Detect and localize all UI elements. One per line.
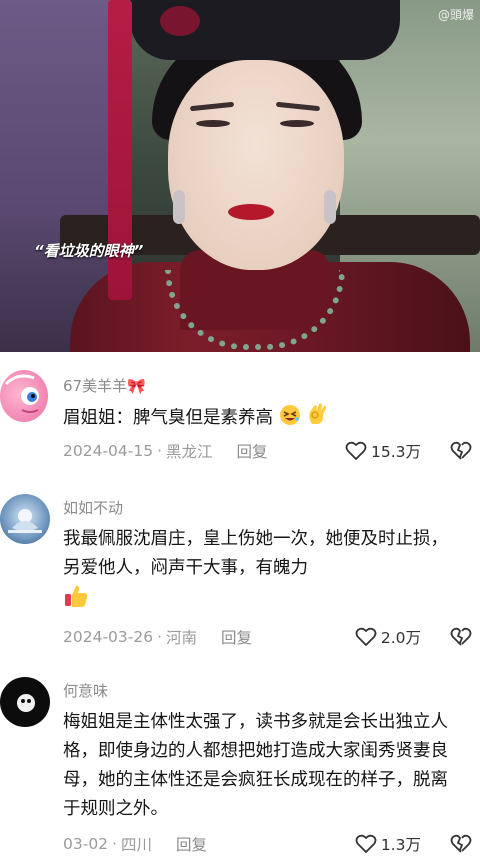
face bbox=[168, 60, 344, 270]
earring-right bbox=[324, 190, 336, 224]
comment-text: 眉姐姐：脾气臭但是素养高 bbox=[63, 402, 463, 436]
heart-icon bbox=[355, 834, 377, 853]
reply-button[interactable]: 回复 bbox=[237, 440, 268, 462]
video-caption: “看垃圾的眼神” bbox=[34, 242, 144, 260]
eye-right bbox=[280, 120, 314, 127]
dislike-button[interactable] bbox=[449, 627, 473, 647]
comment-meta: 2024-04-15 · 黑龙江 回复 15.3万 bbox=[63, 439, 473, 463]
like-count: 2.0万 bbox=[380, 629, 421, 647]
broken-heart-icon bbox=[450, 627, 472, 646]
comment-text-content: 眉姐姐：脾气臭但是素养高 bbox=[63, 408, 273, 428]
comment-date: 2024-04-15 bbox=[63, 442, 154, 460]
dislike-button[interactable] bbox=[449, 834, 473, 854]
comment-location: 河南 bbox=[166, 629, 198, 647]
lips bbox=[228, 204, 274, 220]
reply-button[interactable]: 回复 bbox=[221, 626, 252, 648]
like-button[interactable]: 15.3万 bbox=[345, 440, 421, 462]
comment-item: 如如不动 我最佩服沈眉庄，皇上伤她一次，她便及时止损，另爱他人，闷声干大事，有魄… bbox=[0, 492, 480, 662]
avatar[interactable] bbox=[0, 370, 48, 422]
broken-heart-icon bbox=[450, 834, 472, 853]
comment-date: 03-02 bbox=[63, 835, 109, 853]
like-button[interactable]: 2.0万 bbox=[355, 626, 421, 648]
reply-button[interactable]: 回复 bbox=[176, 833, 207, 855]
comment-username[interactable]: 如如不动 bbox=[63, 497, 123, 518]
comment-username[interactable]: 何意味 bbox=[63, 680, 108, 701]
headdress-ornament bbox=[160, 6, 200, 36]
like-button[interactable]: 1.3万 bbox=[355, 833, 421, 855]
earring-left bbox=[173, 190, 185, 224]
like-count: 1.3万 bbox=[380, 836, 421, 854]
laughing-wink-emoji bbox=[279, 404, 301, 436]
video-frame[interactable]: “看垃圾的眼神” @頭爆 bbox=[0, 0, 480, 352]
comment-text: 梅姐姐是主体性太强了，读书多就是会长出独立人格，即使身边的人都想把她打造成大家闺… bbox=[63, 712, 448, 819]
comment-meta: 2024-03-26 · 河南 回复 2.0万 bbox=[63, 625, 473, 649]
ok-hand-emoji bbox=[306, 402, 328, 436]
avatar[interactable] bbox=[0, 494, 50, 544]
heart-icon bbox=[345, 441, 367, 460]
broken-heart-icon bbox=[450, 441, 472, 460]
dislike-button[interactable] bbox=[449, 441, 473, 461]
comment-text-content: 我最佩服沈眉庄，皇上伤她一次，她便及时止损，另爱他人，闷声干大事，有魄力 bbox=[63, 529, 448, 578]
comment-username[interactable]: 67美羊羊🎀 bbox=[63, 375, 146, 396]
heart-icon bbox=[355, 627, 377, 646]
dark-avatar-icon bbox=[17, 694, 35, 712]
comment-meta: 03-02 · 四川 回复 1.3万 bbox=[63, 832, 473, 856]
comment-date: 2024-03-26 bbox=[63, 628, 154, 646]
thumbs-up-emoji bbox=[63, 583, 89, 619]
eye-left bbox=[196, 120, 230, 127]
like-count: 15.3万 bbox=[370, 443, 421, 461]
video-watermark: @頭爆 bbox=[437, 8, 474, 22]
comment-location: 黑龙江 bbox=[166, 443, 213, 461]
pony-avatar-icon bbox=[4, 374, 39, 413]
comment-item: 何意味 梅姐姐是主体性太强了，读书多就是会长出独立人格，即使身边的人都想把她打造… bbox=[0, 677, 480, 856]
avatar[interactable] bbox=[0, 677, 50, 727]
comment-text: 我最佩服沈眉庄，皇上伤她一次，她便及时止损，另爱他人，闷声干大事，有魄力 bbox=[63, 525, 463, 619]
headdress bbox=[130, 0, 400, 60]
comment-location: 四川 bbox=[120, 836, 152, 854]
comment-item: 67美羊羊🎀 眉姐姐：脾气臭但是素养高 2024-04-15 · 黑龙江 回复 … bbox=[0, 366, 480, 474]
lotus-avatar-icon bbox=[8, 509, 42, 533]
